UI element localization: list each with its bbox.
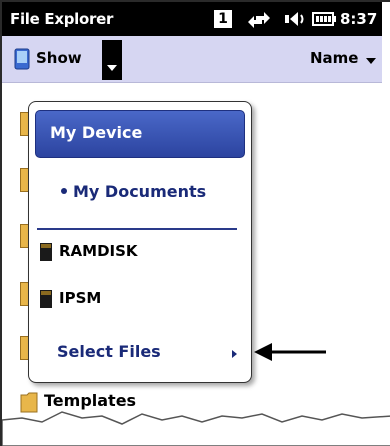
menu-item-select-files[interactable]: Select Files bbox=[57, 342, 161, 361]
title-bar: File Explorer 1 8:37 bbox=[2, 2, 382, 36]
menu-item-label: Select Files bbox=[57, 342, 161, 361]
menu-item-ramdisk[interactable]: RAMDISK bbox=[59, 242, 138, 260]
speaker-icon[interactable] bbox=[282, 10, 306, 30]
clock[interactable]: 8:37 bbox=[340, 10, 377, 28]
menu-item-label: My Device bbox=[50, 123, 143, 142]
menu-item-my-device[interactable]: My Device bbox=[35, 110, 245, 158]
show-popup-menu: My Device My Documents RAMDISK IPSM Sele… bbox=[28, 101, 252, 383]
menu-divider bbox=[37, 228, 237, 230]
app-title: File Explorer bbox=[10, 10, 114, 28]
chevron-down-icon[interactable] bbox=[366, 58, 376, 64]
toolbar: Show Name bbox=[2, 36, 382, 83]
screenshot-frame: File Explorer 1 8:37 Show Name Templates… bbox=[0, 0, 390, 446]
signal-arrows-icon[interactable] bbox=[246, 10, 272, 28]
show-button[interactable]: Show bbox=[36, 49, 82, 67]
notification-badge[interactable]: 1 bbox=[214, 10, 232, 28]
bullet-icon bbox=[61, 187, 67, 194]
device-icon bbox=[14, 48, 30, 70]
torn-edge-decoration bbox=[2, 411, 390, 446]
chevron-right-icon[interactable] bbox=[232, 350, 237, 358]
storage-card-icon bbox=[40, 290, 52, 308]
battery-icon[interactable] bbox=[312, 12, 338, 26]
callout-arrow-icon bbox=[254, 343, 326, 361]
menu-item-my-documents[interactable]: My Documents bbox=[61, 182, 206, 201]
show-dropdown-button[interactable] bbox=[102, 40, 122, 80]
menu-item-ipsm[interactable]: IPSM bbox=[59, 289, 101, 307]
menu-item-label: My Documents bbox=[73, 182, 207, 201]
storage-card-icon bbox=[40, 243, 52, 261]
sort-by-name-button[interactable]: Name bbox=[310, 49, 358, 67]
